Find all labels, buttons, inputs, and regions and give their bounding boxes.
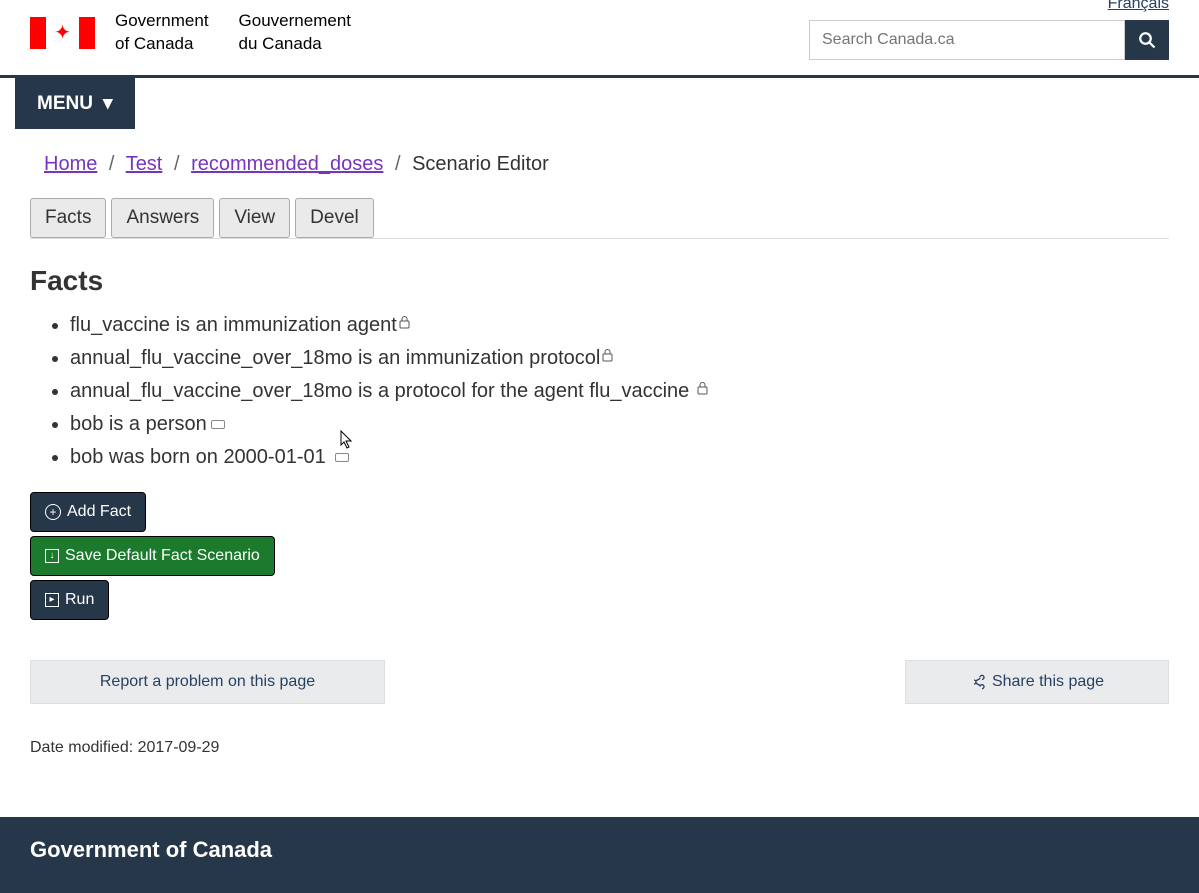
date-modified: Date modified: 2017-09-29 [30,739,1169,757]
fact-text: annual_flu_vaccine_over_18mo is a protoc… [70,380,695,402]
search-input[interactable] [809,20,1125,60]
breadcrumb-test[interactable]: Test [126,153,163,175]
search-icon [1138,31,1156,49]
save-scenario-button[interactable]: ↓ Save Default Fact Scenario [30,536,275,576]
canada-flag-icon: ✦ [30,17,95,49]
note-icon [335,453,349,462]
share-page-button[interactable]: Share this page [905,660,1169,704]
tab-view[interactable]: View [219,198,290,238]
run-button[interactable]: ▸ Run [30,580,109,620]
save-icon: ↓ [45,549,59,563]
footer-title: Government of Canada [30,837,1169,863]
tab-devel[interactable]: Devel [295,198,374,238]
lock-icon [399,318,410,332]
fact-item: annual_flu_vaccine_over_18mo is an immun… [70,342,1169,375]
search-button[interactable] [1125,20,1169,60]
note-icon [211,420,225,429]
fact-text: flu_vaccine is an immunization agent [70,314,397,336]
fact-item: bob is a person [70,408,1169,441]
lock-icon [602,351,613,365]
run-label: Run [65,591,94,609]
page-actions-row: Report a problem on this page Share this… [30,660,1169,704]
chevron-down-icon: ▾ [103,92,113,115]
report-problem-button[interactable]: Report a problem on this page [30,660,385,704]
breadcrumb-home[interactable]: Home [44,153,97,175]
main-content: Home / Test / recommended_doses / Scenar… [0,129,1199,787]
site-footer: Government of Canada [0,817,1199,893]
fact-text: bob was born on 2000-01-01 [70,446,331,468]
report-problem-label: Report a problem on this page [100,673,315,691]
breadcrumb-sep: / [395,153,401,175]
menu-button[interactable]: MENU ▾ [15,78,135,129]
add-fact-label: Add Fact [67,503,131,521]
fact-text: bob is a person [70,413,207,435]
language-toggle[interactable]: Français [1108,0,1169,13]
save-scenario-label: Save Default Fact Scenario [65,547,260,565]
search-box [809,20,1169,60]
breadcrumb-doses[interactable]: recommended_doses [191,153,383,175]
gov-en-line1: Government [115,10,209,33]
lock-icon [697,384,708,398]
fact-item: bob was born on 2000-01-01 [70,441,1169,474]
facts-list: flu_vaccine is an immunization agent annu… [30,309,1169,474]
action-buttons: + Add Fact ↓ Save Default Fact Scenario … [30,492,1169,620]
gov-en-line2: of Canada [115,33,209,56]
fact-text: annual_flu_vaccine_over_18mo is an immun… [70,347,600,369]
site-header: ✦ Government of Canada Gouvernement du C… [0,0,1199,75]
breadcrumb-sep: / [174,153,180,175]
share-page-label: Share this page [992,673,1104,691]
date-modified-label: Date modified: [30,739,138,756]
fact-item: annual_flu_vaccine_over_18mo is a protoc… [70,375,1169,408]
share-icon [970,674,986,690]
breadcrumb: Home / Test / recommended_doses / Scenar… [44,153,1169,176]
add-fact-button[interactable]: + Add Fact [30,492,146,532]
nav-bar: MENU ▾ [0,75,1199,129]
play-icon: ▸ [45,593,59,607]
tab-answers[interactable]: Answers [111,198,214,238]
menu-label: MENU [37,93,93,115]
breadcrumb-current: Scenario Editor [412,153,549,175]
section-heading: Facts [30,265,1169,297]
gov-fr-line1: Gouvernement [239,10,351,33]
date-modified-value: 2017-09-29 [138,739,220,756]
plus-icon: + [45,504,61,520]
brand: ✦ Government of Canada Gouvernement du C… [30,10,351,56]
tab-facts[interactable]: Facts [30,198,106,238]
breadcrumb-sep: / [109,153,115,175]
fact-item: flu_vaccine is an immunization agent [70,309,1169,342]
gov-wordmark: Government of Canada Gouvernement du Can… [115,10,351,56]
tablist: Facts Answers View Devel [30,198,1169,239]
gov-fr-line2: du Canada [239,33,351,56]
